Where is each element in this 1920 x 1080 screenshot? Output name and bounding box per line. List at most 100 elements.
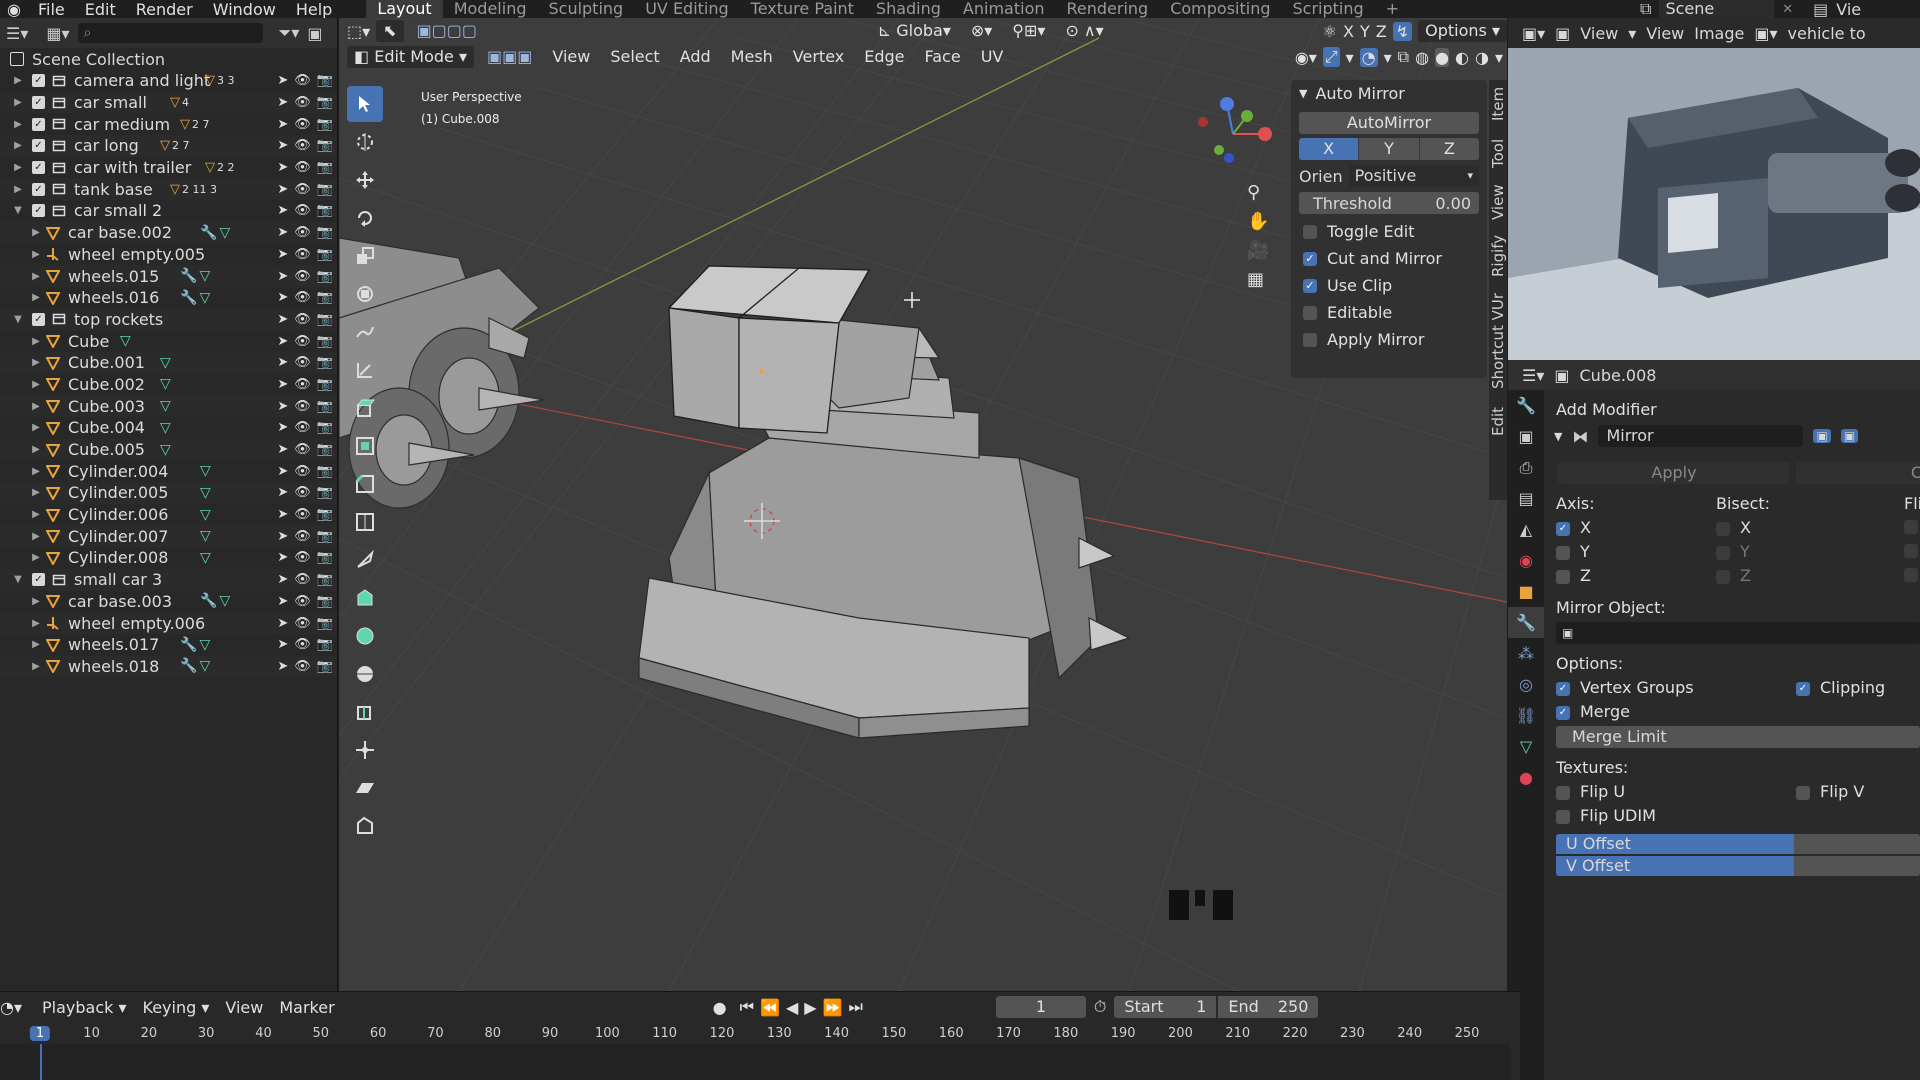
eye-icon[interactable]: 👁 bbox=[294, 616, 311, 631]
axis-y-checkbox[interactable]: Y bbox=[1556, 542, 1590, 561]
spin-tool-icon[interactable] bbox=[347, 618, 383, 654]
bisect-z-checkbox[interactable]: Z bbox=[1716, 566, 1751, 585]
outliner-row[interactable]: ▶ wheel empty.005 ➤ 👁 📷 bbox=[0, 244, 337, 266]
camera-render-icon[interactable]: 📷 bbox=[317, 550, 333, 565]
collapsed-arrow-icon[interactable]: ▶ bbox=[30, 509, 42, 520]
auto-mirror-option-editable[interactable]: Editable bbox=[1291, 299, 1487, 326]
selectable-icon[interactable]: ➤ bbox=[277, 485, 288, 500]
cursor-tool-icon[interactable] bbox=[347, 124, 383, 160]
menu-edit[interactable]: Edit bbox=[75, 0, 126, 18]
collapsed-arrow-icon[interactable]: ▶ bbox=[30, 292, 42, 303]
eye-icon[interactable]: 👁 bbox=[294, 334, 311, 349]
eye-icon[interactable]: 👁 bbox=[294, 507, 311, 522]
eye-icon[interactable]: 👁 bbox=[294, 95, 311, 110]
axis-z-toggle[interactable]: Z bbox=[1376, 22, 1387, 41]
selectable-icon[interactable]: ➤ bbox=[277, 117, 288, 132]
mirror-axes-icon[interactable]: ⚛ bbox=[1323, 22, 1337, 41]
extrude-tool-icon[interactable] bbox=[347, 390, 383, 426]
eye-icon[interactable]: 👁 bbox=[294, 572, 311, 587]
menu-window[interactable]: Window bbox=[203, 0, 286, 18]
collection-checkbox[interactable]: ✓ bbox=[32, 96, 45, 110]
collapsed-arrow-icon[interactable]: ▶ bbox=[30, 336, 42, 347]
new-collection-icon[interactable]: ▣ bbox=[307, 24, 322, 43]
collapsed-arrow-icon[interactable]: ▶ bbox=[12, 75, 24, 86]
menu-select[interactable]: Select bbox=[603, 46, 666, 68]
viewlayer-name[interactable]: Vie bbox=[1836, 0, 1861, 18]
collapsed-arrow-icon[interactable]: ▶ bbox=[12, 119, 24, 130]
outliner-row[interactable]: ▶ Cube.004 ▽ ➤ 👁 📷 bbox=[0, 417, 337, 439]
flip-u-checkbox[interactable]: Flip U bbox=[1556, 782, 1625, 801]
image-menu-view-2[interactable]: View bbox=[1646, 24, 1684, 43]
selectable-icon[interactable]: ➤ bbox=[277, 442, 288, 457]
selectable-icon[interactable]: ➤ bbox=[277, 182, 288, 197]
image-editor[interactable]: ▣▾ ▣ View ▾ View Image ▣▾ vehicle to bbox=[1508, 18, 1920, 360]
vertex-groups-checkbox[interactable]: ✓ Vertex Groups bbox=[1556, 678, 1694, 697]
gizmo-icon[interactable]: ⤢ bbox=[1322, 47, 1340, 67]
shear-tool-icon[interactable] bbox=[347, 770, 383, 806]
outliner-row[interactable]: ▼ ✓ small car 3 ➤ 👁 📷 bbox=[0, 568, 337, 591]
image-menu-image[interactable]: Image bbox=[1694, 24, 1744, 43]
menu-marker[interactable]: Marker bbox=[271, 998, 342, 1017]
selectable-icon[interactable]: ➤ bbox=[277, 659, 288, 674]
outliner-search-input[interactable]: ⌕ bbox=[77, 23, 263, 43]
image-name[interactable]: vehicle to bbox=[1788, 24, 1866, 43]
collection-checkbox[interactable]: ✓ bbox=[32, 139, 45, 153]
overlay-icon[interactable]: ◔ bbox=[1359, 47, 1378, 67]
axis-y-toggle[interactable]: Y bbox=[1360, 22, 1370, 41]
camera-render-icon[interactable]: 📷 bbox=[317, 312, 333, 327]
measure-tool-icon[interactable] bbox=[347, 352, 383, 388]
outliner-row[interactable]: ▶ ✓ tank base ▽ 2 11 3 ➤ 👁 📷 bbox=[0, 178, 337, 201]
stopwatch-icon[interactable]: ⏱ bbox=[1086, 997, 1114, 1017]
outliner-row[interactable]: ▶ Cube ▽ ➤ 👁 📷 bbox=[0, 330, 337, 352]
menu-add[interactable]: Add bbox=[673, 46, 718, 68]
camera-render-icon[interactable]: 📷 bbox=[317, 117, 333, 132]
camera-render-icon[interactable]: 📷 bbox=[317, 355, 333, 370]
tab-sculpting[interactable]: Sculpting bbox=[537, 0, 634, 18]
orientation-select[interactable]: Positive ▾ bbox=[1348, 165, 1479, 187]
auto-mirror-option-cut-and-mirror[interactable]: ✓ Cut and Mirror bbox=[1291, 245, 1487, 272]
navigation-gizmo[interactable] bbox=[1189, 94, 1279, 174]
scene-collection-row[interactable]: Scene Collection bbox=[0, 48, 337, 70]
options-dropdown[interactable]: Options ▾ bbox=[1418, 20, 1507, 42]
outliner-row[interactable]: ▶ wheel empty.006 ➤ 👁 📷 bbox=[0, 612, 337, 634]
outliner-row[interactable]: ▶ ✓ car long ▽ 2 7 ➤ 👁 📷 bbox=[0, 135, 337, 157]
data-tab-icon[interactable]: ▽ bbox=[1508, 731, 1544, 762]
eye-icon[interactable]: 👁 bbox=[294, 637, 311, 652]
eye-icon[interactable]: 👁 bbox=[294, 594, 311, 609]
outliner-row[interactable]: ▶ ✓ car medium ▽ 2 7 ➤ 👁 📷 bbox=[0, 113, 337, 135]
collapsed-arrow-icon[interactable]: ▶ bbox=[30, 444, 42, 455]
outliner-row[interactable]: ▶ ✓ car with trailer ▽ 2 2 ➤ 👁 📷 bbox=[0, 157, 337, 179]
camera-render-icon[interactable]: 📷 bbox=[317, 225, 333, 240]
visibility-icon[interactable]: ◉▾ bbox=[1295, 48, 1317, 67]
menu-render[interactable]: Render bbox=[126, 0, 203, 18]
camera-render-icon[interactable]: 📷 bbox=[317, 247, 333, 262]
merge-checkbox[interactable]: ✓ Merge bbox=[1556, 702, 1630, 721]
outliner-row[interactable]: ▶ Cube.002 ▽ ➤ 👁 📷 bbox=[0, 374, 337, 396]
physics-tab-icon[interactable]: ◎ bbox=[1508, 669, 1544, 700]
select-mode-buttons[interactable]: ▣▣▣ bbox=[480, 46, 539, 68]
tab-shading[interactable]: Shading bbox=[865, 0, 952, 18]
outliner-row[interactable]: ▶ car base.003 🔧 ▽ ➤ 👁 📷 bbox=[0, 591, 337, 613]
filter-icon[interactable]: ⏷▾ bbox=[279, 23, 300, 43]
mirror-axis-z[interactable]: Z bbox=[1419, 138, 1479, 160]
camera-render-icon[interactable]: 📷 bbox=[317, 485, 333, 500]
shading-solid-icon[interactable]: ● bbox=[1435, 47, 1450, 67]
sidebar-tab-rigify[interactable]: Rigify bbox=[1489, 228, 1507, 284]
sidebar-tab-view[interactable]: View bbox=[1489, 178, 1507, 226]
eye-icon[interactable]: 👁 bbox=[294, 203, 311, 218]
shrink-fatten-tool-icon[interactable] bbox=[347, 732, 383, 768]
eye-icon[interactable]: 👁 bbox=[294, 138, 311, 153]
select-mode-icons[interactable]: ▣▢▢▢ bbox=[410, 20, 484, 42]
tab-animation[interactable]: Animation bbox=[952, 0, 1056, 18]
expanded-arrow-icon[interactable]: ▼ bbox=[12, 314, 24, 325]
collapsed-arrow-icon[interactable]: ▶ bbox=[30, 271, 42, 282]
output-tab-icon[interactable]: ⎙ bbox=[1508, 452, 1544, 483]
collapsed-arrow-icon[interactable]: ▶ bbox=[30, 531, 42, 542]
tab-compositing[interactable]: Compositing bbox=[1159, 0, 1281, 18]
outliner-row[interactable]: ▼ ✓ car small 2 ➤ 👁 📷 bbox=[0, 200, 337, 222]
collection-checkbox[interactable]: ✓ bbox=[32, 182, 45, 196]
collapse-triangle-icon[interactable]: ▼ bbox=[1554, 430, 1562, 443]
collapsed-arrow-icon[interactable]: ▶ bbox=[30, 379, 42, 390]
mirror-axis-x[interactable]: X bbox=[1299, 138, 1360, 160]
selectable-icon[interactable]: ➤ bbox=[277, 138, 288, 153]
